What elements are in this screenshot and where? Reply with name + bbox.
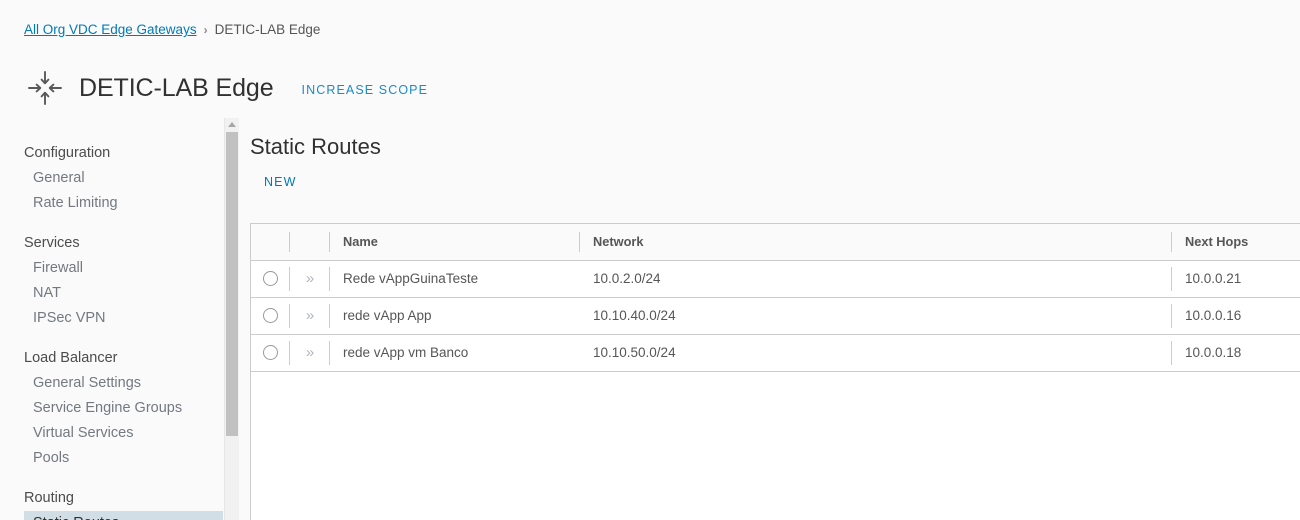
page-header: DETIC-LAB Edge INCREASE SCOPE <box>24 62 428 114</box>
cell-next-hops: 10.0.0.21 <box>1171 260 1300 298</box>
cell-network: 10.0.2.0/24 <box>579 260 1171 298</box>
table-row[interactable]: » rede vApp vm Banco 10.10.50.0/24 10.0.… <box>251 334 1300 372</box>
cell-network: 10.10.50.0/24 <box>579 334 1171 372</box>
table-row[interactable]: » rede vApp App 10.10.40.0/24 10.0.0.16 <box>251 297 1300 335</box>
column-header-network[interactable]: Network <box>579 224 1171 261</box>
sidebar-group-label-configuration: Configuration <box>24 145 111 161</box>
sidebar-item-firewall[interactable]: Firewall <box>0 256 224 281</box>
sidebar-group-label-load-balancer: Load Balancer <box>24 350 118 366</box>
column-header-next-hops[interactable]: Next Hops <box>1171 224 1300 261</box>
row-select-cell <box>251 260 289 298</box>
double-chevron-right-icon[interactable]: » <box>306 308 314 323</box>
row-select-cell <box>251 334 289 372</box>
double-chevron-right-icon[interactable]: » <box>306 271 314 286</box>
page-title: DETIC-LAB Edge <box>79 73 274 102</box>
static-routes-datagrid: Name Network Next Hops » Rede vAppGuinaT… <box>250 223 1300 520</box>
sidebar-scrollbar-thumb[interactable] <box>226 132 238 436</box>
sidebar-item-general-settings[interactable]: General Settings <box>0 371 224 396</box>
main-content: Static Routes NEW Name Network Next Hops <box>239 118 1300 520</box>
column-header-expand <box>289 224 329 261</box>
radio-button-icon[interactable] <box>262 271 278 287</box>
increase-scope-button[interactable]: INCREASE SCOPE <box>302 79 429 97</box>
sidebar-group-services: Services Firewall NAT IPSec VPN <box>0 230 224 331</box>
sidebar-group-load-balancer: Load Balancer General Settings Service E… <box>0 345 224 471</box>
new-static-route-button[interactable]: NEW <box>264 175 296 189</box>
sidebar-group-label-routing: Routing <box>24 490 74 506</box>
sidebar-item-ipsec-vpn[interactable]: IPSec VPN <box>0 306 224 331</box>
sidebar-item-pools[interactable]: Pools <box>0 446 224 471</box>
sidebar-nav-list: Configuration General Rate Limiting Serv… <box>0 118 224 520</box>
radio-button-icon[interactable] <box>262 308 278 324</box>
sidebar-group-routing: Routing Static Routes <box>0 485 224 520</box>
action-bar: NEW <box>264 173 1300 195</box>
sidebar-item-general[interactable]: General <box>0 166 224 191</box>
table-header-row: Name Network Next Hops <box>251 224 1300 261</box>
column-header-select <box>251 224 289 261</box>
sidebar-navigation: Configuration General Rate Limiting Serv… <box>0 118 224 520</box>
sidebar-item-virtual-services[interactable]: Virtual Services <box>0 421 224 446</box>
breadcrumb: All Org VDC Edge Gateways › DETIC-LAB Ed… <box>24 22 320 37</box>
table-row[interactable]: » Rede vAppGuinaTeste 10.0.2.0/24 10.0.0… <box>251 260 1300 298</box>
breadcrumb-separator-icon: › <box>203 22 208 37</box>
sidebar-item-rate-limiting[interactable]: Rate Limiting <box>0 191 224 216</box>
row-select-cell <box>251 297 289 335</box>
converge-arrows-icon <box>24 67 66 109</box>
sidebar-item-service-engine-groups[interactable]: Service Engine Groups <box>0 396 224 421</box>
row-expand-cell: » <box>289 297 329 335</box>
row-expand-cell: » <box>289 334 329 372</box>
section-title: Static Routes <box>250 134 381 159</box>
breadcrumb-current-page: DETIC-LAB Edge <box>214 22 321 37</box>
row-expand-cell: » <box>289 260 329 298</box>
static-routes-table: Name Network Next Hops » Rede vAppGuinaT… <box>251 224 1300 372</box>
cell-next-hops: 10.0.0.18 <box>1171 334 1300 372</box>
sidebar-group-label-services: Services <box>24 235 80 251</box>
breadcrumb-link-all-org-vdc-edge-gateways[interactable]: All Org VDC Edge Gateways <box>24 22 197 37</box>
cell-name: rede vApp vm Banco <box>329 334 579 372</box>
table-header: Name Network Next Hops <box>251 224 1300 261</box>
double-chevron-right-icon[interactable]: » <box>306 345 314 360</box>
sidebar-group-configuration: Configuration General Rate Limiting <box>0 140 224 216</box>
cell-network: 10.10.40.0/24 <box>579 297 1171 335</box>
radio-button-icon[interactable] <box>262 345 278 361</box>
table-body: » Rede vAppGuinaTeste 10.0.2.0/24 10.0.0… <box>251 260 1300 372</box>
sidebar-item-static-routes[interactable]: Static Routes <box>24 511 223 520</box>
cell-name: Rede vAppGuinaTeste <box>329 260 579 298</box>
column-header-name[interactable]: Name <box>329 224 579 261</box>
edge-gateway-page: All Org VDC Edge Gateways › DETIC-LAB Ed… <box>0 0 1300 520</box>
scroll-up-arrow-icon[interactable] <box>225 118 239 131</box>
cell-next-hops: 10.0.0.16 <box>1171 297 1300 335</box>
cell-name: rede vApp App <box>329 297 579 335</box>
sidebar-scrollbar-track[interactable] <box>224 118 239 520</box>
sidebar-item-nat[interactable]: NAT <box>0 281 224 306</box>
